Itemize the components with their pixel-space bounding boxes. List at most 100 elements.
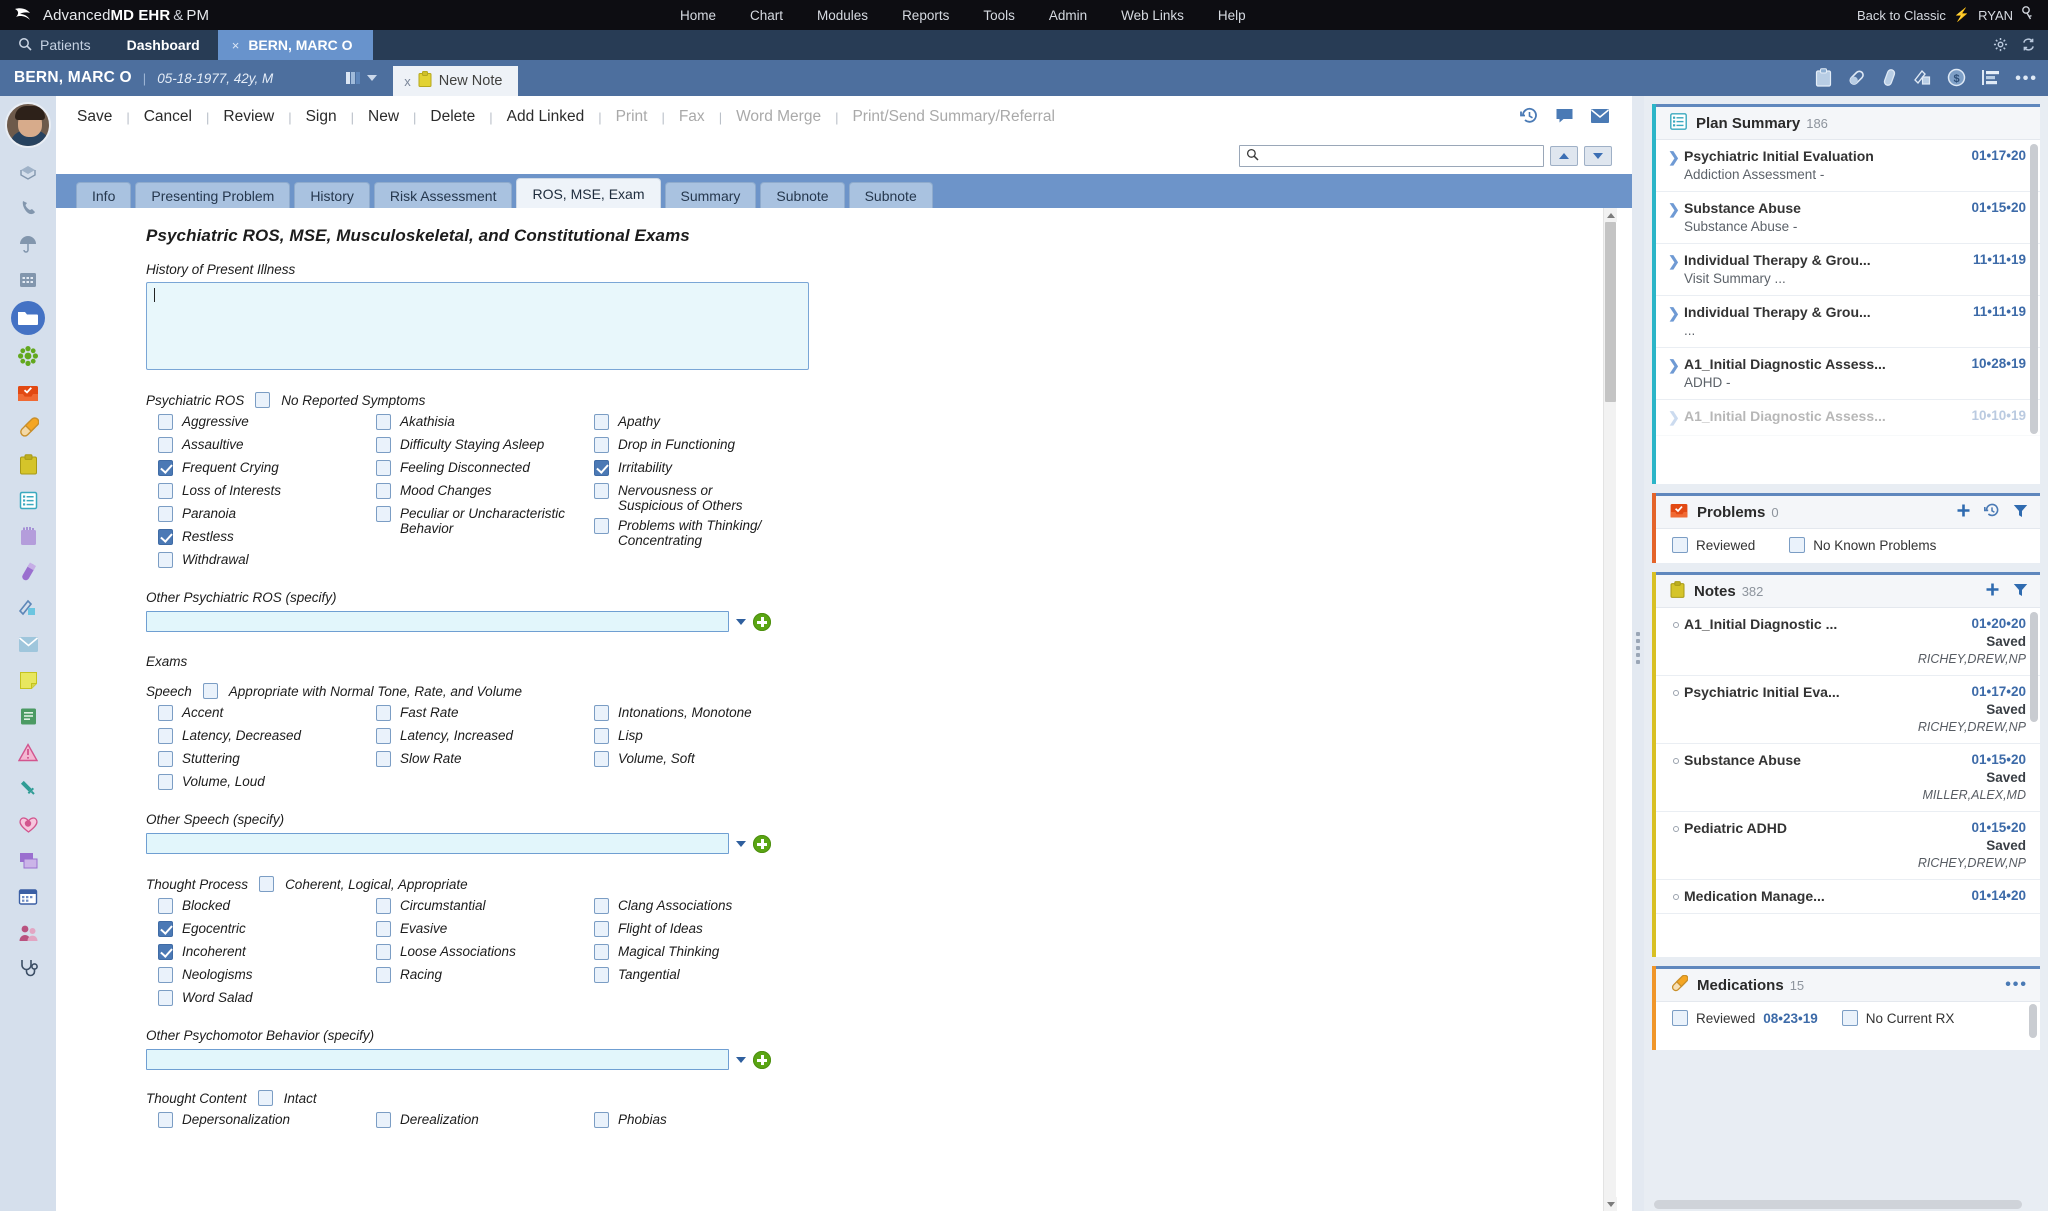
- checkbox-row[interactable]: Latency, Decreased: [158, 727, 376, 746]
- checkbox-row[interactable]: Apathy: [594, 413, 1592, 432]
- tab-info[interactable]: Info: [76, 182, 132, 208]
- save-button[interactable]: Save: [76, 108, 113, 126]
- checkbox-row[interactable]: Problems with Thinking/ Concentrating: [594, 517, 1592, 548]
- list-item[interactable]: Psychiatric Initial Eva... 01•17•20 Save…: [1656, 676, 2040, 744]
- checkbox-row[interactable]: Depersonalization: [158, 1111, 376, 1130]
- medications-scrollbar[interactable]: [2029, 1004, 2037, 1038]
- hpi-input[interactable]: [146, 282, 809, 370]
- checkbox-row[interactable]: Withdrawal: [158, 551, 376, 570]
- avatar[interactable]: [5, 102, 51, 148]
- checkbox-latency-decreased[interactable]: [158, 728, 173, 744]
- checkbox-stuttering[interactable]: [158, 751, 173, 767]
- checkbox-row[interactable]: Drop in Functioning: [594, 436, 1592, 455]
- rail-referrals-icon[interactable]: [13, 917, 43, 947]
- chevron-down-icon[interactable]: [736, 840, 746, 847]
- rail-insurance-umbrella-icon[interactable]: [13, 229, 43, 259]
- plus-icon[interactable]: [1985, 582, 2000, 600]
- checkbox-irritability[interactable]: [594, 460, 609, 476]
- list-item[interactable]: ❯ Substance Abuse Substance Abuse - 01•1…: [1656, 192, 2040, 244]
- scroll-up-button[interactable]: [1604, 208, 1617, 222]
- checkbox-row[interactable]: Aggressive: [158, 413, 376, 432]
- search-next-button[interactable]: [1584, 146, 1612, 166]
- checkbox-row[interactable]: Evasive: [376, 920, 594, 939]
- checkbox-row[interactable]: Akathisia: [376, 413, 594, 432]
- report-bars-icon[interactable]: [1981, 69, 2000, 89]
- delete-button[interactable]: Delete: [429, 108, 476, 126]
- checkbox-row[interactable]: Stuttering: [158, 750, 376, 769]
- checkbox-evasive[interactable]: [376, 921, 391, 937]
- print-button[interactable]: Print: [615, 108, 649, 126]
- checkbox-assaultive[interactable]: [158, 437, 173, 453]
- checkbox-volume-loud[interactable]: [158, 774, 173, 790]
- list-item[interactable]: ❯ Individual Therapy & Grou... Visit Sum…: [1656, 244, 2040, 296]
- checkbox-row[interactable]: Loose Associations: [376, 943, 594, 962]
- dollar-coin-icon[interactable]: $: [1947, 68, 1966, 90]
- checkbox-no-reported-symptoms[interactable]: [255, 392, 271, 408]
- nav-chart[interactable]: Chart: [750, 8, 783, 23]
- rail-handouts-icon[interactable]: [13, 521, 43, 551]
- checkbox-row[interactable]: Peculiar or Uncharacteristic Behavior: [376, 505, 594, 536]
- checkbox-blocked[interactable]: [158, 898, 173, 914]
- rail-lab-tube-icon[interactable]: [13, 557, 43, 587]
- fax-button[interactable]: Fax: [678, 108, 706, 126]
- checkbox-row[interactable]: Paranoia: [158, 505, 376, 524]
- checkbox-mood-changes[interactable]: [376, 483, 391, 499]
- checkbox-lisp[interactable]: [594, 728, 609, 744]
- add-icon[interactable]: [753, 1050, 771, 1069]
- history-icon[interactable]: [1520, 107, 1539, 128]
- checkbox-no-current-rx[interactable]: [1841, 1010, 1858, 1026]
- other-psychomotor-behavior-input[interactable]: [146, 1049, 729, 1070]
- tab-subnote-1[interactable]: Subnote: [760, 182, 845, 208]
- rail-messages-icon[interactable]: [13, 629, 43, 659]
- checkbox-row[interactable]: Nervousness or Suspicious of Others: [594, 482, 1592, 513]
- checkbox-loose-associations[interactable]: [376, 944, 391, 960]
- checkbox-row[interactable]: Blocked: [158, 897, 376, 916]
- nav-reports[interactable]: Reports: [902, 8, 949, 23]
- rail-notes-icon[interactable]: [13, 449, 43, 479]
- checkbox-intact[interactable]: [257, 1090, 273, 1106]
- list-item[interactable]: A1_Initial Diagnostic ... 01•20•20 Saved…: [1656, 608, 2040, 676]
- scrollbar-thumb[interactable]: [1605, 222, 1616, 402]
- checkbox-egocentric[interactable]: [158, 921, 173, 937]
- rail-stethoscope-icon[interactable]: [13, 953, 43, 983]
- form-scrollbar[interactable]: [1603, 208, 1617, 1211]
- plus-icon[interactable]: [1956, 503, 1971, 521]
- checkbox-volume-soft[interactable]: [594, 751, 609, 767]
- rail-calendar-icon[interactable]: [13, 265, 43, 295]
- checkbox-row[interactable]: Feeling Disconnected: [376, 459, 594, 478]
- checkbox-loss-of-interests[interactable]: [158, 483, 173, 499]
- list-item[interactable]: Pediatric ADHD 01•15•20 Saved RICHEY,DRE…: [1656, 812, 2040, 880]
- imaging-icon[interactable]: [1913, 68, 1932, 90]
- add-linked-button[interactable]: Add Linked: [506, 108, 586, 126]
- rail-medications-icon[interactable]: [13, 413, 43, 443]
- checkbox-coherent-logical-appropriate[interactable]: [259, 876, 275, 892]
- checkbox-depersonalization[interactable]: [158, 1112, 173, 1128]
- rail-summary-icon[interactable]: [13, 157, 43, 187]
- nav-help[interactable]: Help: [1218, 8, 1246, 23]
- tab-summary[interactable]: Summary: [664, 182, 757, 208]
- comment-icon[interactable]: [1555, 107, 1574, 127]
- rail-vitals-heart-icon[interactable]: [13, 809, 43, 839]
- checkbox-row[interactable]: Accent: [158, 704, 376, 723]
- patient-tab-active[interactable]: × BERN, MARC O: [217, 30, 373, 60]
- chevron-right-icon[interactable]: ❯: [1668, 408, 1684, 426]
- sign-button[interactable]: Sign: [305, 108, 338, 126]
- nav-modules[interactable]: Modules: [817, 8, 868, 23]
- chart-selector[interactable]: [345, 70, 378, 86]
- nav-web-links[interactable]: Web Links: [1121, 8, 1184, 23]
- rail-allergy-icon[interactable]: [13, 341, 43, 371]
- patients-search-entry[interactable]: Patients: [0, 30, 109, 60]
- checkbox-magical-thinking[interactable]: [594, 944, 609, 960]
- word-merge-button[interactable]: Word Merge: [735, 108, 822, 126]
- rail-chart-folder-icon[interactable]: [11, 301, 45, 335]
- checkbox-row[interactable]: Frequent Crying: [158, 459, 376, 478]
- checkbox-row[interactable]: Difficulty Staying Asleep: [376, 436, 594, 455]
- chevron-down-icon[interactable]: [367, 75, 378, 81]
- tab-subnote-2[interactable]: Subnote: [848, 182, 933, 208]
- checkbox-akathisia[interactable]: [376, 414, 391, 430]
- checkbox-row[interactable]: Incoherent: [158, 943, 376, 962]
- plan-summary-scrollbar[interactable]: [2030, 144, 2038, 434]
- checkbox-apathy[interactable]: [594, 414, 609, 430]
- checkbox-row[interactable]: Volume, Loud: [158, 773, 376, 792]
- checkbox-row[interactable]: Word Salad: [158, 989, 376, 1008]
